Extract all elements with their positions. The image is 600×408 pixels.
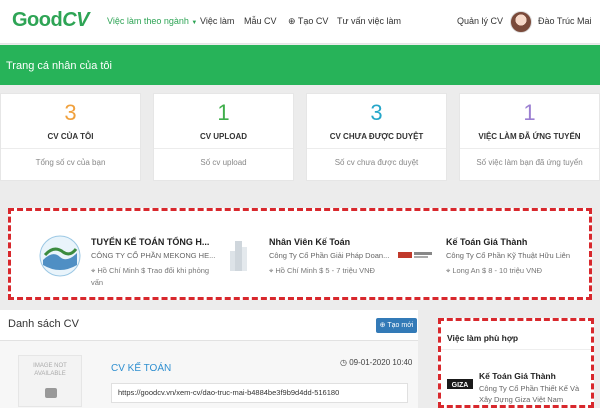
stat-card-my-cv[interactable]: 3 CV CỦA TÔI Tổng số cv của bạn (0, 93, 141, 181)
nav-jobs-by-industry[interactable]: Việc làm theo ngành ▼ (107, 16, 197, 26)
cv-thumbnail-text: IMAGE NOT AVAILABLE (33, 363, 67, 377)
stat-label: CV CỦA TÔI (47, 132, 94, 141)
job-card[interactable]: Kế Toán Giá Thành Công Ty Cổ Phần Kỹ Thu… (394, 225, 584, 285)
company-logo-icon: GIZA (447, 377, 473, 391)
nav-jobs[interactable]: Việc làm (200, 16, 234, 26)
stat-description: Số việc làm bạn đã ứng tuyển (476, 158, 583, 167)
cv-date-text: 09-01-2020 10:40 (349, 358, 413, 367)
job-title: Nhân Viên Kế Toán (269, 237, 351, 247)
stat-value: 3 (370, 100, 383, 125)
suitable-jobs-heading: Việc làm phù hợp (447, 333, 519, 343)
profile-banner: Trang cá nhân của tôi (0, 45, 600, 85)
avatar[interactable] (510, 11, 532, 33)
suitable-job-title[interactable]: Kế Toán Giá Thành (479, 371, 556, 381)
job-card[interactable]: TUYỂN KẾ TOÁN TỔNG H... CÔNG TY CỔ PHẦN … (39, 225, 215, 287)
nav-jobs-by-industry-label: Việc làm theo ngành (107, 16, 189, 26)
user-name[interactable]: Đào Trúc Mai (538, 16, 592, 26)
location-pin-icon: ⌖ (269, 266, 274, 275)
job-location: Hồ Chí Minh (97, 266, 140, 275)
job-company: Công Ty Cổ Phần Kỹ Thuật Hữu Liên (446, 251, 570, 260)
location-pin-icon: ⌖ (446, 266, 451, 275)
job-meta: ⌖ Hồ Chí Minh $ 5 - 7 triệu VNĐ (269, 265, 389, 277)
stat-value: 1 (523, 100, 536, 125)
cv-thumbnail[interactable]: IMAGE NOT AVAILABLE (18, 355, 82, 407)
cv-title-link[interactable]: CV KẾ TOÁN (111, 363, 171, 374)
plus-circle-icon: ⊕ (379, 322, 386, 329)
nav-create-cv[interactable]: ⊕ Tạo CV (288, 16, 328, 27)
job-title: Kế Toán Giá Thành (446, 237, 528, 247)
job-meta: ⌖ Hồ Chí Minh $ Trao đổi khi phỏng vấn (91, 265, 211, 289)
caret-down-icon: ▼ (191, 20, 198, 26)
camera-icon (45, 388, 57, 398)
stat-label: VIỆC LÀM ĐÃ ỨNG TUYỂN (478, 132, 581, 141)
recommended-jobs-strip: TUYỂN KẾ TOÁN TỔNG H... CÔNG TY CỔ PHẦN … (8, 208, 592, 300)
nav-manage-cv[interactable]: Quản lý CV (457, 16, 503, 26)
stat-label: CV CHƯA ĐƯỢC DUYỆT (329, 132, 424, 141)
nav-career-advice[interactable]: Tư vấn việc làm (337, 16, 401, 26)
stat-description: Số cv chưa được duyệt (334, 158, 419, 167)
job-location: Long An (452, 266, 480, 275)
top-navbar: GoodCV Việc làm theo ngành ▼ Việc làm Mẫ… (0, 0, 600, 44)
stat-description: Số cv upload (200, 158, 247, 167)
stat-divider (154, 148, 293, 149)
create-cv-button[interactable]: ⊕ Tạo mới (376, 318, 417, 333)
stat-card-cv-upload[interactable]: 1 CV UPLOAD Số cv upload (153, 93, 294, 181)
company-logo-icon (394, 235, 436, 277)
stat-label: CV UPLOAD (199, 132, 248, 141)
stat-card-cv-pending[interactable]: 3 CV CHƯA ĐƯỢC DUYỆT Số cv chưa được duy… (306, 93, 447, 181)
divider (441, 349, 591, 350)
clock-icon: ◷ (340, 358, 347, 367)
job-salary: 5 - 7 triệu VNĐ (325, 266, 375, 275)
job-salary: 8 - 10 triệu VNĐ (488, 266, 542, 275)
plus-circle-icon: ⊕ (288, 16, 296, 26)
stat-divider (1, 148, 140, 149)
stat-value: 3 (64, 100, 77, 125)
cv-list-panel: Danh sách CV ⊕ Tạo mới IMAGE NOT AVAILAB… (0, 310, 418, 408)
cv-item: IMAGE NOT AVAILABLE CV KẾ TOÁN ◷ 09-01-2… (0, 341, 418, 408)
stat-value: 1 (217, 100, 230, 125)
site-logo[interactable]: GoodCV (12, 9, 90, 32)
stat-divider (460, 148, 599, 149)
stat-description: Tổng số cv của bạn (35, 158, 106, 167)
cv-share-link-field[interactable]: https://goodcv.vn/xem-cv/dao-truc-mai-b4… (111, 383, 408, 403)
cv-list-heading: Danh sách CV (8, 318, 79, 330)
job-company: Công Ty Cổ Phần Giải Pháp Doan... (269, 251, 390, 260)
company-logo-icon (39, 235, 81, 277)
cv-date: ◷ 09-01-2020 10:40 (340, 358, 412, 367)
nav-create-cv-label: Tạo CV (297, 16, 329, 26)
job-meta: ⌖ Long An $ 8 - 10 triệu VNĐ (446, 265, 586, 277)
suitable-job-company: Công Ty Cổ Phần Thiết Kế Và Xây Dựng Giz… (479, 384, 580, 404)
job-title: TUYỂN KẾ TOÁN TỔNG H... (91, 237, 210, 247)
suitable-jobs-panel: Việc làm phù hợp GIZA Kế Toán Giá Thành … (438, 318, 594, 408)
create-cv-button-label: Tạo mới (387, 322, 414, 329)
stat-card-applied-jobs[interactable]: 1 VIỆC LÀM ĐÃ ỨNG TUYỂN Số việc làm bạn … (459, 93, 600, 181)
company-logo-icon (217, 235, 259, 277)
job-location: Hồ Chí Minh (275, 266, 318, 275)
job-card[interactable]: Nhân Viên Kế Toán Công Ty Cổ Phần Giải P… (217, 225, 392, 285)
svg-text:GIZA: GIZA (452, 382, 469, 389)
location-pin-icon: ⌖ (91, 266, 96, 275)
nav-cv-templates[interactable]: Mẫu CV (244, 16, 277, 26)
page-title: Trang cá nhân của tôi (6, 60, 112, 72)
stat-divider (307, 148, 446, 149)
job-company: CÔNG TY CỔ PHẦN MEKONG HE... (91, 251, 216, 260)
